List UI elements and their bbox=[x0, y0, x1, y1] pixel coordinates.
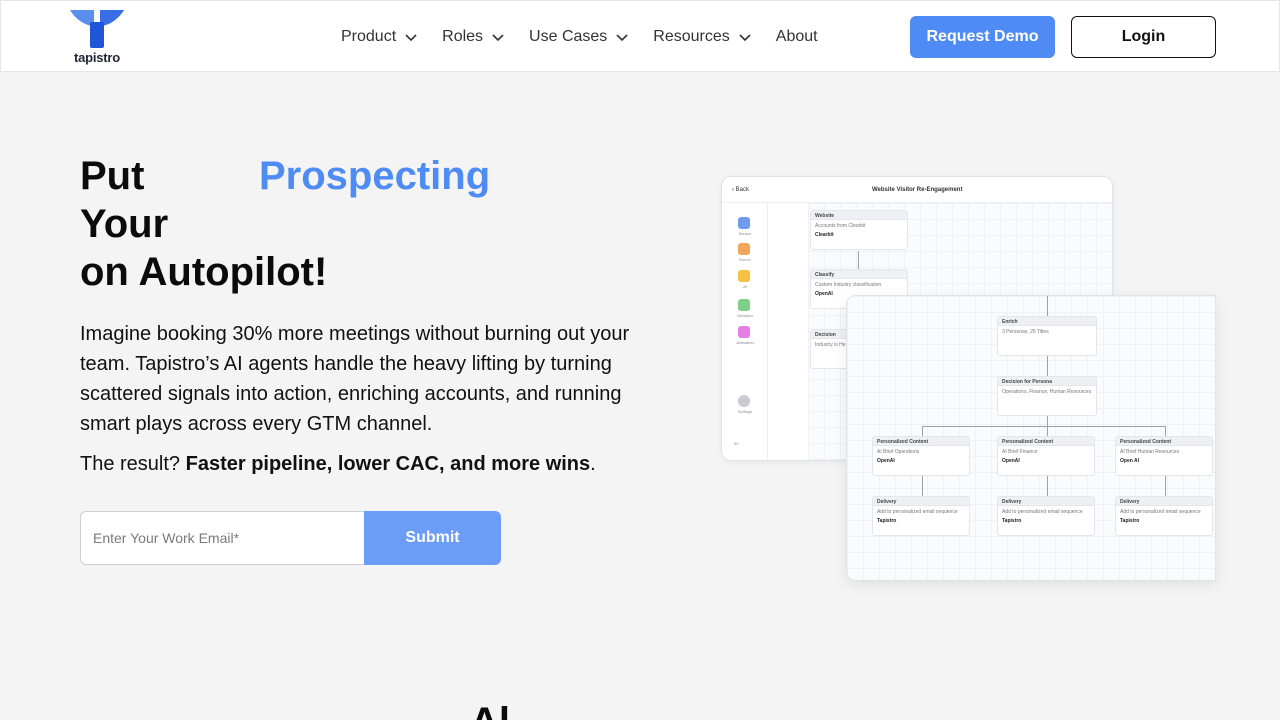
connector bbox=[1047, 426, 1048, 436]
main-menu: Product Roles Use Cases Resources About bbox=[341, 1, 818, 73]
work-email-input[interactable] bbox=[80, 511, 364, 565]
sidebar-label: Decision bbox=[737, 313, 753, 318]
node-head: Personalized Content bbox=[873, 437, 969, 446]
menu-item-about[interactable]: About bbox=[776, 28, 818, 46]
node-head: Personalized Content bbox=[1116, 437, 1212, 446]
top-nav: tapistro Product Roles Use Cases Resourc… bbox=[0, 0, 1280, 72]
request-demo-button[interactable]: Request Demo bbox=[910, 16, 1055, 58]
node-tag: Tapistro bbox=[1120, 518, 1140, 524]
node-body: Add to personalized email sequence bbox=[877, 509, 958, 515]
connector bbox=[922, 426, 1165, 427]
node-enrich: Enrich 3 Personas, 25 Titles bbox=[997, 316, 1097, 356]
connector bbox=[922, 426, 923, 436]
chevron-down-icon bbox=[739, 34, 751, 42]
connector bbox=[1165, 476, 1166, 496]
menu-item-label: Roles bbox=[442, 28, 484, 45]
menu-item-label: About bbox=[775, 28, 818, 45]
node-tag: Clearbit bbox=[815, 232, 834, 238]
node-delivery-2: Delivery Add to personalized email seque… bbox=[997, 496, 1095, 536]
node-body: Accounts from Clearbit bbox=[815, 223, 866, 229]
sidebar-label: Source bbox=[738, 231, 752, 236]
decision-icon bbox=[738, 299, 750, 311]
connector bbox=[1047, 356, 1048, 376]
hero-title-word-put: Put bbox=[80, 154, 145, 198]
node-tag: OpenAI bbox=[877, 458, 895, 464]
workflow-sidebar: Source Enrich AI Decision Activation Set… bbox=[722, 203, 768, 460]
result-suffix: . bbox=[590, 453, 596, 475]
logo-wordmark: tapistro bbox=[73, 50, 121, 65]
node-tag: Tapistro bbox=[1002, 518, 1022, 524]
connector bbox=[1047, 476, 1048, 496]
workflow-preview-front: Enrich 3 Personas, 25 Titles Decision fo… bbox=[846, 295, 1216, 581]
result-prefix: The result? bbox=[80, 453, 186, 475]
menu-item-product[interactable]: Product bbox=[341, 28, 418, 46]
node-body: Add to personalized email sequence bbox=[1120, 509, 1201, 515]
menu-item-resources[interactable]: Resources bbox=[653, 28, 751, 46]
node-tag: Open AI bbox=[1120, 458, 1139, 464]
node-content-2: Personalized Content AI Brief Finance Op… bbox=[997, 436, 1095, 476]
node-head: Delivery bbox=[998, 497, 1094, 506]
node-head: Website bbox=[811, 211, 907, 220]
node-head: Classify bbox=[811, 270, 907, 279]
node-head: Enrich bbox=[998, 317, 1096, 326]
menu-item-roles[interactable]: Roles bbox=[442, 28, 505, 46]
source-icon bbox=[738, 217, 750, 229]
login-button[interactable]: Login bbox=[1071, 16, 1216, 58]
node-delivery-3: Delivery Add to personalized email seque… bbox=[1115, 496, 1213, 536]
back-label: Back bbox=[735, 187, 750, 193]
workflow-title: Website Visitor Re-Engagement bbox=[872, 187, 963, 193]
menu-item-use-cases[interactable]: Use Cases bbox=[529, 28, 629, 46]
node-head: Decision for Persona bbox=[998, 377, 1096, 386]
node-head: Delivery bbox=[873, 497, 969, 506]
node-body: AI Brief Finance bbox=[1002, 449, 1038, 455]
sidebar-label: Settings bbox=[737, 409, 753, 414]
node-body: Add to personalized email sequence bbox=[1002, 509, 1083, 515]
tapistro-logo[interactable]: tapistro bbox=[70, 10, 124, 66]
connector bbox=[1165, 426, 1166, 436]
menu-item-label: Resources bbox=[653, 28, 730, 45]
zoom-level: 50 bbox=[734, 441, 739, 446]
node-tag: Tapistro bbox=[877, 518, 897, 524]
ai-icon bbox=[738, 270, 750, 282]
chevron-down-icon bbox=[616, 34, 628, 42]
menu-item-label: Product bbox=[341, 28, 397, 45]
sidebar-label: AI bbox=[743, 284, 747, 289]
connector bbox=[1047, 296, 1048, 316]
node-tag: OpenAI bbox=[1002, 458, 1020, 464]
node-content-3: Personalized Content AI Brief Human Reso… bbox=[1115, 436, 1213, 476]
logo-mark-icon bbox=[70, 10, 124, 48]
connector bbox=[858, 251, 859, 269]
sidebar-label: Activation bbox=[736, 340, 754, 345]
activation-icon bbox=[738, 326, 750, 338]
settings-icon bbox=[738, 395, 750, 407]
hero-description: Imagine booking 30% more meetings withou… bbox=[80, 323, 630, 435]
chevron-down-icon bbox=[492, 34, 504, 42]
node-delivery-1: Delivery Add to personalized email seque… bbox=[872, 496, 970, 536]
enrich-icon bbox=[738, 243, 750, 255]
node-body: Operations, Finance, Human Resources bbox=[1002, 389, 1092, 395]
connector bbox=[1047, 416, 1048, 426]
menu-item-label: Use Cases bbox=[529, 28, 608, 45]
hero-result: The result? Faster pipeline, lower CAC, … bbox=[80, 449, 650, 479]
back-link: ‹ Back bbox=[732, 187, 750, 193]
node-website: Website Accounts from Clearbit Clearbit bbox=[810, 210, 908, 250]
node-body: 3 Personas, 25 Titles bbox=[1002, 329, 1049, 335]
hero-title-line3: on Autopilot! bbox=[80, 250, 328, 294]
node-decision-persona: Decision for Persona Operations, Finance… bbox=[997, 376, 1097, 416]
node-body: AI Brief Operations bbox=[877, 449, 920, 455]
hero-title-word-your: Your bbox=[80, 202, 169, 246]
hero-title-accent: Prospecting bbox=[259, 154, 491, 198]
node-head: Delivery bbox=[1116, 497, 1212, 506]
sidebar-label: Enrich bbox=[739, 257, 751, 262]
next-section-heading: Al bbox=[470, 700, 510, 720]
workflow-header: ‹ Back Website Visitor Re-Engagement bbox=[722, 177, 1112, 203]
result-bold: Faster pipeline, lower CAC, and more win… bbox=[185, 453, 591, 475]
node-head: Personalized Content bbox=[998, 437, 1094, 446]
chevron-down-icon bbox=[405, 34, 417, 42]
node-content-1: Personalized Content AI Brief Operations… bbox=[872, 436, 970, 476]
connector bbox=[922, 476, 923, 496]
submit-button[interactable]: Submit bbox=[364, 511, 501, 565]
node-body: Custom Industry classification bbox=[815, 282, 882, 288]
node-body: AI Brief Human Resources bbox=[1120, 449, 1180, 455]
